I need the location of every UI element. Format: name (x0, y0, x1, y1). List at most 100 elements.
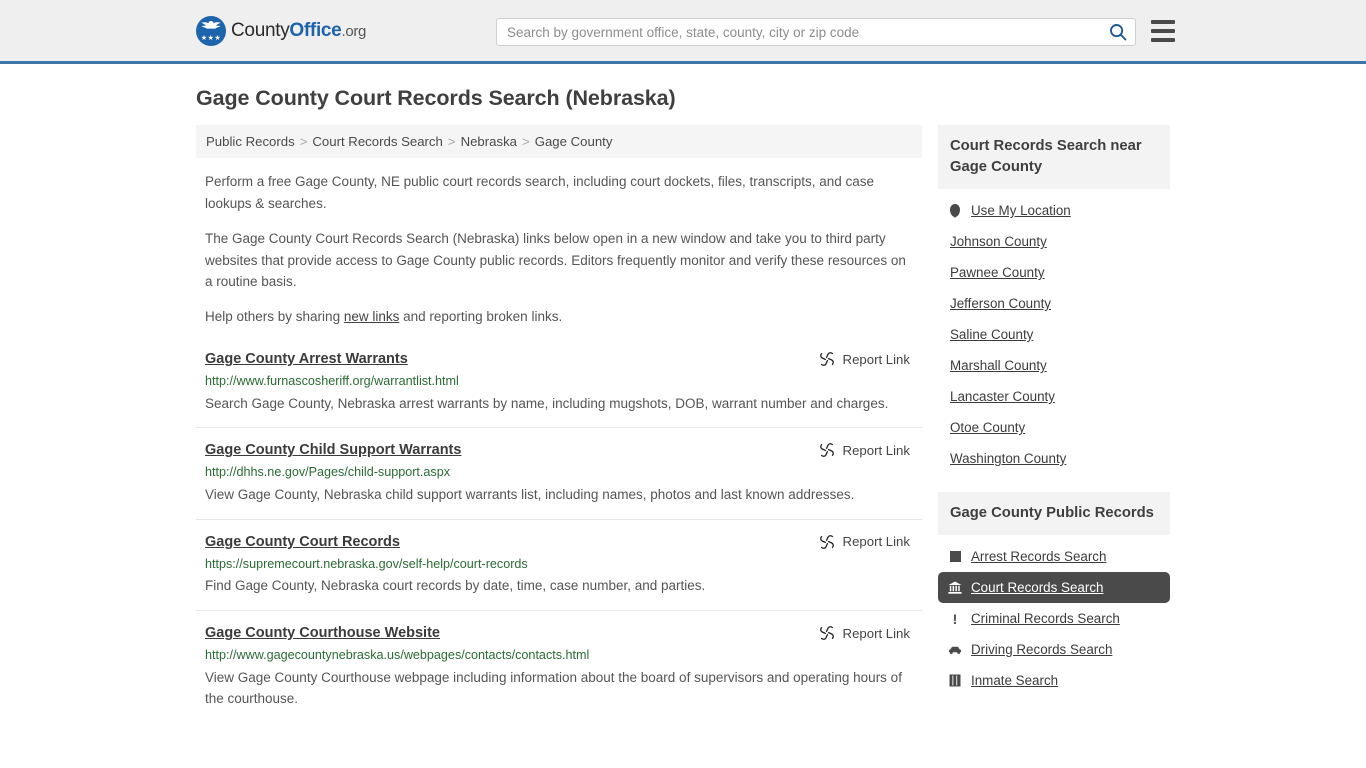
public-records-list: Arrest Records Search Court Records Sear… (938, 535, 1170, 696)
intro-paragraph-2: The Gage County Court Records Search (Ne… (205, 230, 906, 290)
intro-paragraph-3: Help others by sharing new links and rep… (205, 306, 917, 328)
sidebar-item-label: Otoe County (950, 420, 1026, 435)
logo-stars: ★★★ (200, 34, 222, 42)
courthouse-icon (948, 581, 962, 594)
logo-wordmark: CountyOffice.org (231, 20, 366, 42)
breadcrumb-separator: > (299, 134, 308, 149)
sidebar-item-driving-records-search[interactable]: Driving Records Search (938, 634, 1170, 665)
result-title-link[interactable]: Gage County Arrest Warrants (205, 350, 408, 369)
broken-link-icon (819, 626, 834, 641)
logo-text-org: .org (341, 22, 367, 40)
intro-p3-after: and reporting broken links. (399, 309, 563, 325)
result-header: Gage County Courthouse Website Report Li… (205, 624, 922, 643)
breadcrumb: Public Records > Court Records Search > Nebr… (196, 125, 922, 158)
search-bar[interactable] (496, 18, 1136, 46)
report-link-button[interactable]: Report Link (819, 534, 922, 550)
sidebar-item-inmate-search[interactable]: Inmate Search (938, 665, 1170, 696)
result-header: Gage County Arrest Warrants Report Link (205, 350, 922, 369)
new-links-link[interactable]: new links (344, 309, 400, 324)
result-description: View Gage County, Nebraska child support… (205, 486, 855, 502)
breadcrumb-item-nebraska[interactable]: Nebraska (461, 134, 517, 149)
breadcrumb-item-court-records-search[interactable]: Court Records Search (312, 134, 442, 149)
breadcrumb-item-public-records[interactable]: Public Records (206, 134, 295, 149)
report-link-button[interactable]: Report Link (819, 625, 922, 641)
sidebar-item-johnson-county[interactable]: Johnson County (938, 226, 1170, 257)
car-icon (948, 645, 962, 655)
sidebar-item-label: Pawnee County (950, 265, 1045, 280)
result-title-link[interactable]: Gage County Child Support Warrants (205, 441, 461, 460)
courthouse-glyph (948, 581, 962, 594)
hamburger-bar-2 (1151, 29, 1175, 33)
nearby-searches-heading: Court Records Search near Gage County (938, 125, 1170, 189)
main-column: Public Records > Court Records Search > Nebr… (196, 125, 922, 736)
hamburger-bar-3 (1151, 38, 1175, 42)
sidebar-item-label: Washington County (950, 451, 1067, 466)
result-header: Gage County Court Records Report Link (205, 533, 922, 552)
hamburger-menu-icon[interactable] (1151, 20, 1175, 42)
broken-link-icon (819, 352, 834, 367)
report-link-button[interactable]: Report Link (819, 351, 922, 367)
site-logo[interactable]: ★★★ CountyOffice.org (196, 15, 366, 46)
sidebar-item-arrest-records-search[interactable]: Arrest Records Search (938, 541, 1170, 572)
public-records-box: Gage County Public Records Arrest Record… (938, 492, 1170, 696)
result-title-link[interactable]: Gage County Courthouse Website (205, 624, 440, 643)
sidebar-item-court-records-search[interactable]: Court Records Search (938, 572, 1170, 603)
sidebar-item-washington-county[interactable]: Washington County (938, 443, 1170, 474)
content-columns: Public Records > Court Records Search > Nebr… (196, 125, 1366, 736)
site-header: ★★★ CountyOffice.org (0, 0, 1366, 64)
result-url[interactable]: http://dhhs.ne.gov/Pages/child-support.a… (205, 464, 922, 482)
sidebar-item-label: Arrest Records Search (971, 549, 1107, 564)
sidebar-item-jefferson-county[interactable]: Jefferson County (938, 288, 1170, 319)
nearby-searches-list: Use My Location Johnson County Pawnee Co… (938, 189, 1170, 474)
result-item: Gage County Court Records Report Link ht… (196, 533, 922, 612)
sidebar-item-label: Court Records Search (971, 580, 1104, 595)
sidebar-item-criminal-records-search[interactable]: ! Criminal Records Search (938, 603, 1170, 634)
sidebar-item-label: Marshall County (950, 358, 1047, 373)
hamburger-bar-1 (1151, 20, 1175, 24)
breadcrumb-item-gage-county[interactable]: Gage County (535, 134, 613, 149)
sidebar-item-use-my-location[interactable]: Use My Location (938, 195, 1170, 226)
sidebar-item-label: Saline County (950, 327, 1034, 342)
sidebar-item-label: Johnson County (950, 234, 1047, 249)
logo-text-office: Office (289, 19, 342, 41)
sidebar-item-label: Jefferson County (950, 296, 1051, 311)
result-item: Gage County Courthouse Website Report Li… (196, 624, 922, 723)
result-url[interactable]: http://www.gagecountynebraska.us/webpage… (205, 647, 922, 665)
eagle-glyph (201, 20, 221, 29)
report-link-label: Report Link (842, 442, 910, 458)
breadcrumb-separator: > (447, 134, 456, 149)
map-pin-icon (948, 204, 962, 217)
sidebar-item-label: Criminal Records Search (971, 611, 1120, 626)
result-item: Gage County Arrest Warrants Report Link … (196, 350, 922, 429)
search-input[interactable] (497, 19, 1101, 45)
report-link-button[interactable]: Report Link (819, 442, 922, 458)
result-header: Gage County Child Support Warrants Repor… (205, 441, 922, 460)
fingerprint-square-icon (948, 551, 962, 562)
exclamation-icon: ! (952, 610, 958, 627)
page-content: Gage County Court Records Search (Nebras… (0, 86, 1366, 736)
sidebar: Court Records Search near Gage County Us… (938, 125, 1170, 736)
result-description: View Gage County Courthouse webpage incl… (205, 669, 902, 707)
report-link-label: Report Link (842, 534, 910, 550)
result-url[interactable]: http://www.furnascosheriff.org/warrantli… (205, 373, 922, 391)
sidebar-item-label: Lancaster County (950, 389, 1055, 404)
intro-section: Perform a free Gage County, NE public co… (196, 171, 922, 328)
search-button[interactable] (1101, 19, 1135, 45)
intro-p3-before: Help others by sharing (205, 309, 344, 325)
results-list: Gage County Arrest Warrants Report Link … (196, 350, 922, 723)
result-description: Find Gage County, Nebraska court records… (205, 578, 706, 594)
report-link-label: Report Link (842, 351, 910, 367)
sidebar-item-marshall-county[interactable]: Marshall County (938, 350, 1170, 381)
result-url[interactable]: https://supremecourt.nebraska.gov/self-h… (205, 556, 922, 574)
sidebar-item-otoe-county[interactable]: Otoe County (938, 412, 1170, 443)
sidebar-item-lancaster-county[interactable]: Lancaster County (938, 381, 1170, 412)
broken-link-icon (819, 534, 834, 549)
car-glyph (948, 646, 962, 654)
public-records-heading: Gage County Public Records (938, 492, 1170, 535)
sidebar-item-saline-county[interactable]: Saline County (938, 319, 1170, 350)
sidebar-item-label: Use My Location (971, 203, 1071, 218)
sidebar-item-pawnee-county[interactable]: Pawnee County (938, 257, 1170, 288)
result-description: Search Gage County, Nebraska arrest warr… (205, 395, 889, 411)
result-title-link[interactable]: Gage County Court Records (205, 533, 400, 552)
breadcrumb-separator: > (522, 134, 530, 149)
